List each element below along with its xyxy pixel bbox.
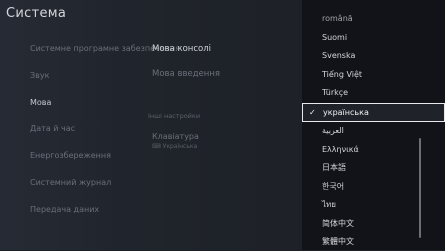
- keyboard-setting[interactable]: Клавіатура: [152, 132, 199, 141]
- sidebar-item-power-saving[interactable]: Енергозбереження: [30, 151, 111, 160]
- input-language-setting[interactable]: Мова введення: [152, 69, 220, 79]
- keyboard-sub: ⌨ Українська: [152, 143, 197, 150]
- language-option[interactable]: 日本語: [322, 159, 425, 177]
- language-option[interactable]: ไทย: [322, 196, 425, 214]
- language-option[interactable]: Ελληνικά: [322, 141, 425, 159]
- language-option[interactable]: 한국어: [322, 178, 425, 196]
- language-option[interactable]: العربية: [322, 122, 425, 140]
- selected-language-label: українська: [323, 108, 369, 117]
- sidebar-item-sound[interactable]: Звук: [30, 71, 49, 80]
- checkmark-icon: ✓: [309, 108, 316, 117]
- language-option[interactable]: Suomi: [322, 29, 425, 47]
- console-language-setting[interactable]: Мова консолі: [152, 44, 211, 54]
- sidebar-item-system-log[interactable]: Системний журнал: [30, 178, 111, 187]
- section-header: Інші настройки: [148, 112, 201, 120]
- language-option[interactable]: 简体中文: [322, 215, 425, 233]
- language-option-selected[interactable]: ✓ українська: [302, 103, 445, 122]
- language-option[interactable]: Svenska: [322, 47, 425, 65]
- sidebar-item-date-time[interactable]: Дата й час: [30, 124, 75, 133]
- language-option[interactable]: română: [322, 10, 425, 28]
- language-option[interactable]: Tiếng Việt: [322, 66, 425, 84]
- language-dropdown[interactable]: română Suomi Svenska Tiếng Việt Türkçe ✓…: [302, 0, 445, 250]
- sidebar-item-data-transfer[interactable]: Передача даних: [30, 205, 99, 214]
- language-option[interactable]: 繁體中文: [322, 233, 425, 251]
- screen-title: Система: [6, 6, 67, 21]
- language-option[interactable]: Türkçe: [322, 84, 425, 102]
- sidebar-item-language[interactable]: Мова: [30, 98, 51, 107]
- keyboard-flag-icon: ⌨: [152, 143, 161, 150]
- keyboard-sub-label: Українська: [162, 143, 198, 150]
- dropdown-scrollbar[interactable]: [419, 138, 421, 238]
